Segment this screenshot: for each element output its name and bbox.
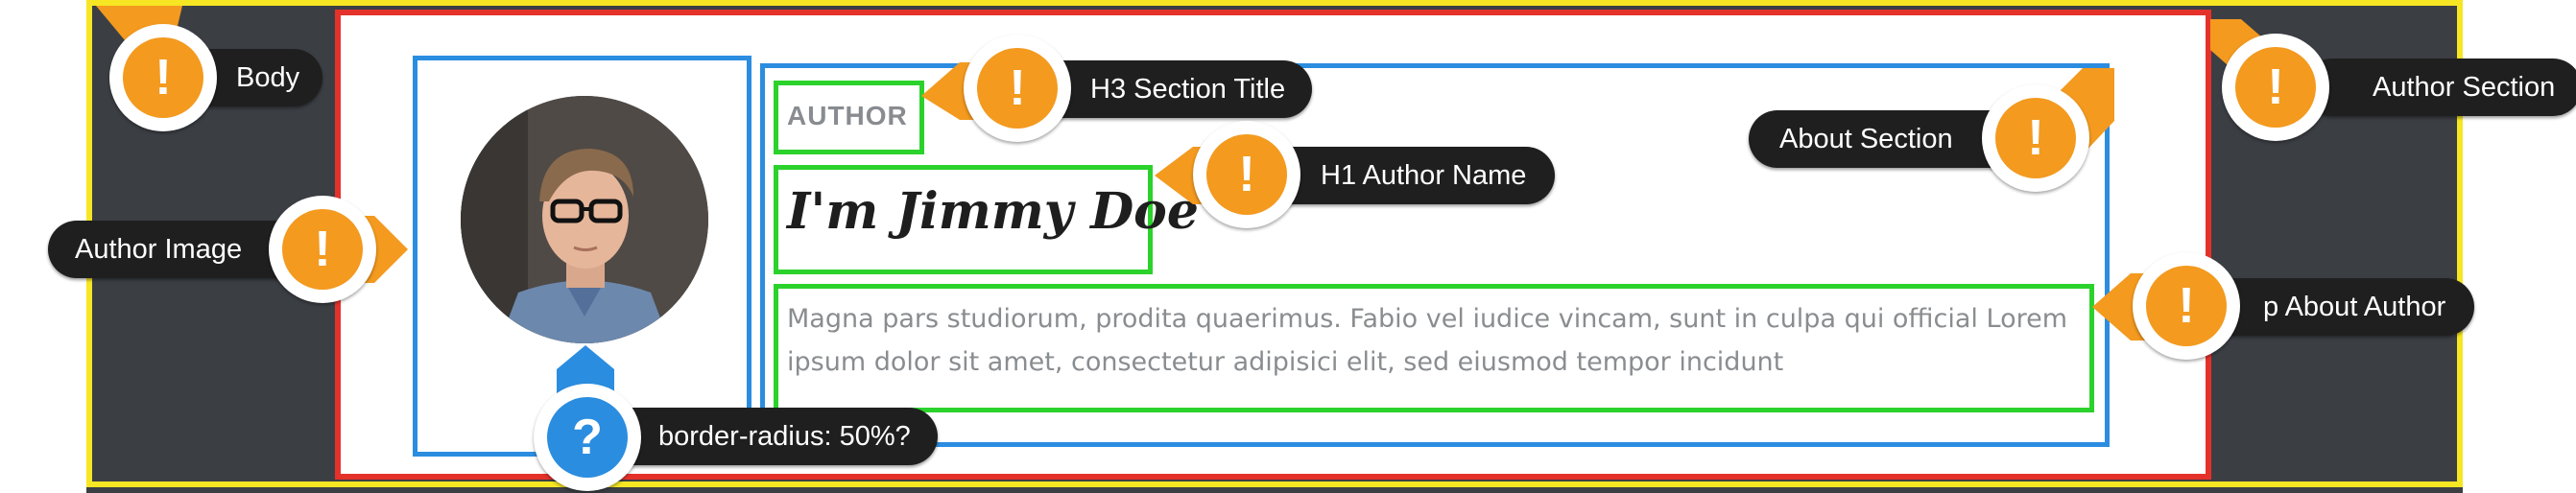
warning-icon: ! — [977, 48, 1058, 129]
warning-icon: ! — [1206, 134, 1287, 215]
author-section-callout-badge: ! — [2222, 34, 2329, 141]
warning-icon: ! — [1995, 98, 2076, 178]
border-radius-callout-badge: ? — [534, 384, 641, 491]
warning-icon: ! — [123, 37, 203, 118]
section-title: AUTHOR — [787, 101, 908, 130]
author-image-callout-badge: ! — [269, 196, 376, 303]
about-author-paragraph: Magna pars studiorum, prodita quaerimus.… — [787, 304, 2068, 377]
author-name: I'm Jimmy Doe — [787, 182, 1199, 241]
author-section-callout-text: Author Section — [2373, 72, 2556, 103]
p-callout-label: p About Author — [2207, 278, 2475, 336]
about-section-callout-badge: ! — [1982, 84, 2089, 192]
body-callout-badge: ! — [109, 24, 217, 131]
h1-callout-badge: ! — [1193, 121, 1300, 228]
p-callout-badge: ! — [2133, 252, 2240, 360]
h1-callout-label: H1 Author Name — [1257, 147, 1556, 204]
warning-icon: ! — [2146, 266, 2227, 346]
author-section-callout-label: Author Section — [2303, 59, 2576, 116]
warning-icon: ! — [2235, 47, 2316, 128]
about-section-callout-text: About Section — [1779, 124, 1953, 154]
author-image-callout-text: Author Image — [75, 234, 243, 265]
h3-callout-text: H3 Section Title — [1090, 74, 1286, 105]
h1-callout-text: H1 Author Name — [1321, 160, 1527, 191]
h3-callout-badge: ! — [964, 35, 1071, 142]
author-avatar — [461, 96, 708, 343]
border-radius-callout-text: border-radius: 50%? — [658, 421, 911, 452]
question-icon: ? — [547, 397, 628, 478]
p-callout-text: p About Author — [2263, 292, 2446, 322]
warning-icon: ! — [282, 209, 363, 290]
body-callout-text: Body — [236, 62, 300, 93]
